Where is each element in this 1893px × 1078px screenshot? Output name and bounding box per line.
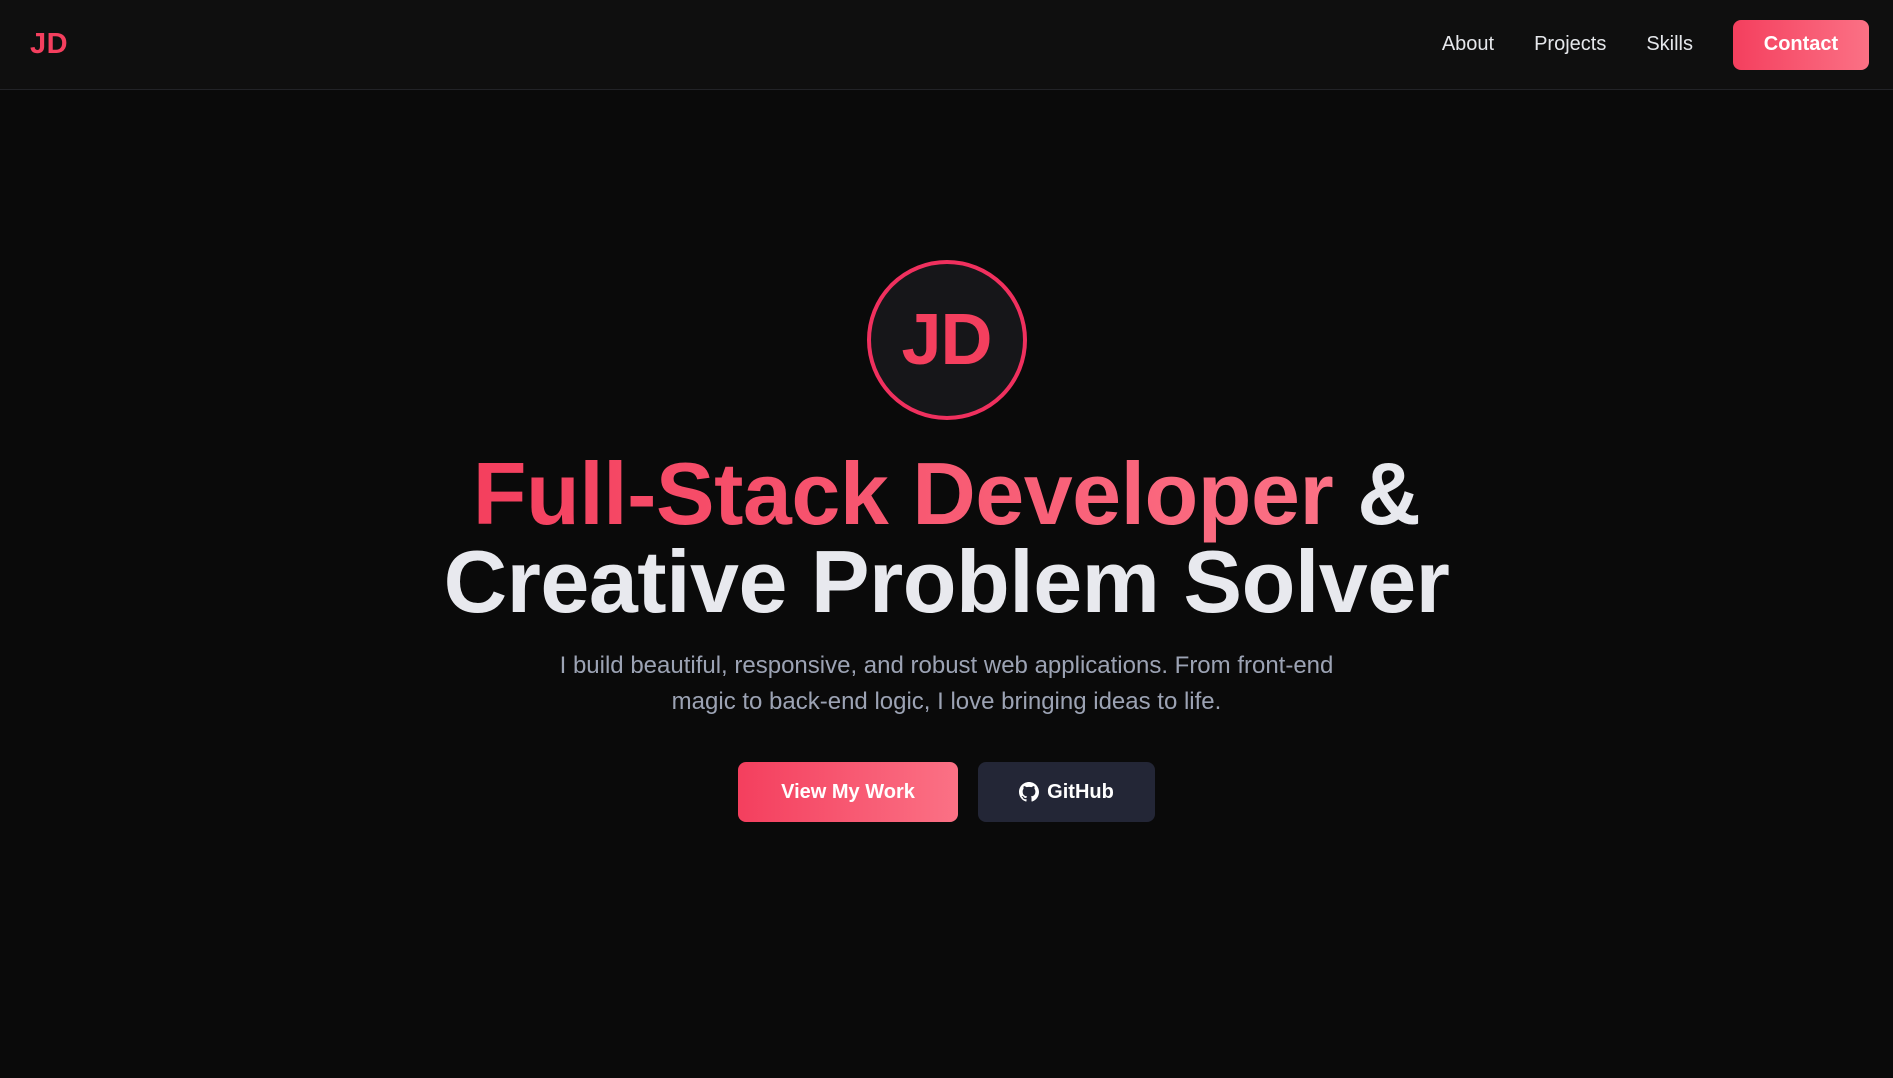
nav-link-projects[interactable]: Projects xyxy=(1534,33,1606,56)
hero-subtitle: I build beautiful, responsive, and robus… xyxy=(559,652,1334,715)
nav-link-skills[interactable]: Skills xyxy=(1646,33,1693,56)
contact-button[interactable]: Contact xyxy=(1733,19,1869,70)
nav-link-about[interactable]: About xyxy=(1442,33,1494,56)
avatar: JD xyxy=(866,260,1027,420)
nav-links: About Projects Skills Contact xyxy=(1442,19,1869,70)
view-my-work-button[interactable]: View My Work xyxy=(738,762,958,822)
view-my-work-label: View My Work xyxy=(781,780,915,803)
hero-buttons: View My Work GitHub xyxy=(738,762,1155,822)
headline-line2: Creative Problem Solver xyxy=(443,532,1450,631)
navbar: JD About Projects Skills Contact xyxy=(0,0,1893,90)
github-button[interactable]: GitHub xyxy=(978,762,1155,822)
headline-ampersand: & xyxy=(1357,444,1421,543)
logo[interactable]: JD xyxy=(30,28,68,61)
github-label: GitHub xyxy=(1047,780,1114,803)
hero-section: JD Full-Stack Developer & Creative Probl… xyxy=(0,90,1893,1078)
headline-accent: Full-Stack Developer xyxy=(472,444,1334,543)
hero-headline: Full-Stack Developer & Creative Problem … xyxy=(444,450,1450,626)
github-icon xyxy=(1019,782,1040,802)
